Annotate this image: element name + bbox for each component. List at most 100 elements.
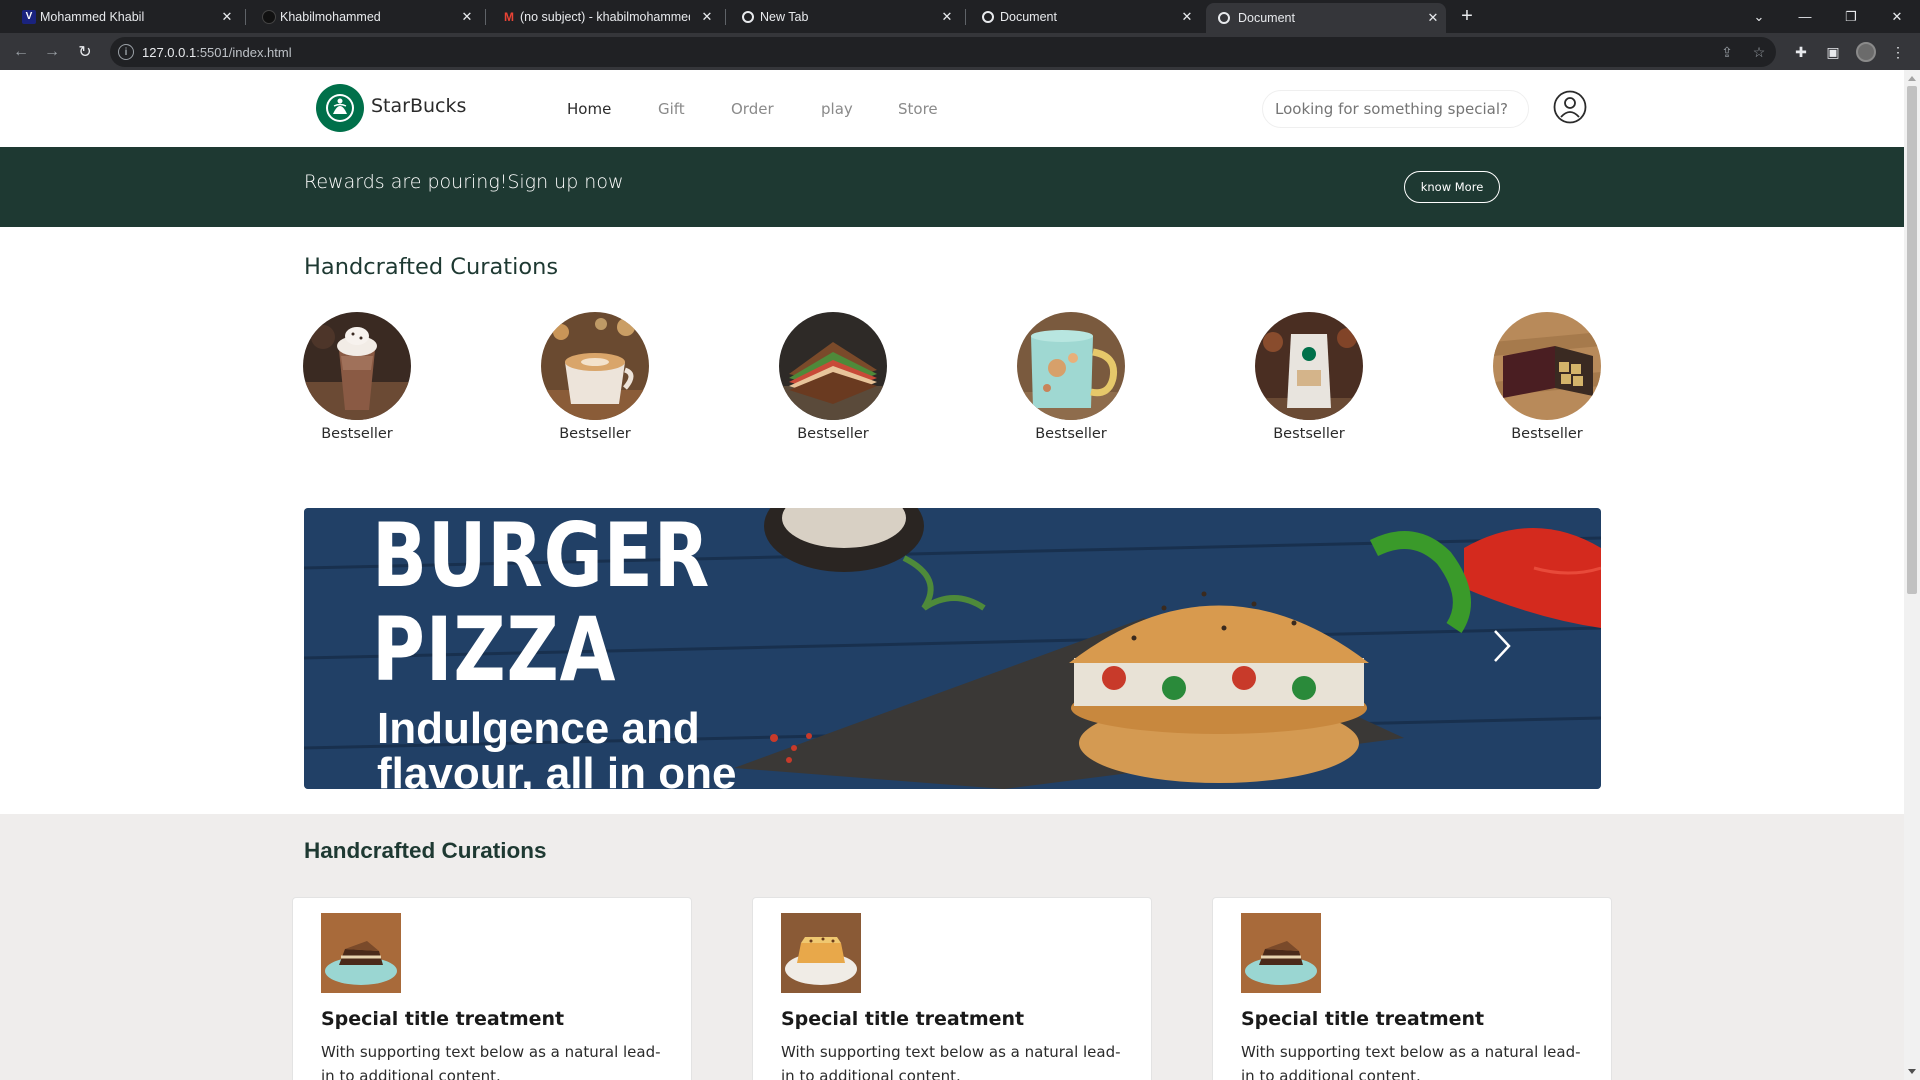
extensions-icon[interactable]: ✚ [1791, 42, 1811, 62]
starbucks-logo-icon[interactable] [316, 84, 364, 132]
gmail-icon: M [504, 9, 514, 24]
close-tab-icon[interactable]: ✕ [214, 0, 240, 33]
menu-icon[interactable]: ⋮ [1888, 42, 1908, 62]
browser-tab[interactable]: V Mohammed Khabil ✕ [18, 0, 240, 33]
rewards-text: Rewards are pouring!Sign up now [304, 171, 624, 193]
curation-item[interactable]: Bestseller [540, 312, 650, 442]
latte-image [541, 312, 649, 420]
frappuccino-image [303, 312, 411, 420]
coffee-bag-image [1255, 312, 1363, 420]
browser-tab[interactable]: New Tab ✕ [738, 0, 960, 33]
carousel-next-icon[interactable] [1490, 626, 1514, 666]
close-tab-icon[interactable]: ✕ [1174, 0, 1200, 33]
cake-image [1241, 913, 1321, 993]
nav-store[interactable]: Store [898, 100, 938, 118]
globe-icon [1218, 12, 1230, 24]
curation-label: Bestseller [1273, 426, 1345, 442]
mug-image [1017, 312, 1125, 420]
browser-tab-active[interactable]: Document ✕ [1206, 3, 1446, 33]
browser-toolbar: ← → ↻ i 127.0.0.1:5501/index.html ⇪ ☆ ✚ … [0, 33, 1920, 70]
tab-search-icon[interactable]: ⌄ [1736, 0, 1782, 33]
side-panel-icon[interactable]: ▣ [1823, 42, 1843, 62]
browser-tab[interactable]: Document ✕ [978, 0, 1200, 33]
search-input[interactable] [1262, 90, 1529, 128]
restore-button[interactable]: ❐ [1828, 0, 1874, 33]
curation-label: Bestseller [1035, 426, 1107, 442]
tab-title: New Tab [760, 9, 809, 24]
close-tab-icon[interactable]: ✕ [934, 0, 960, 33]
close-tab-icon[interactable]: ✕ [694, 0, 720, 33]
new-tab-button[interactable]: + [1455, 4, 1479, 28]
minimize-button[interactable]: — [1782, 0, 1828, 33]
promo-heading-2: PIZZA [372, 598, 617, 701]
promo-banner[interactable]: BURGER PIZZA Indulgence and flavour, all… [304, 508, 1601, 789]
brand-name[interactable]: StarBucks [371, 95, 466, 117]
site-info-icon[interactable]: i [118, 44, 134, 60]
close-window-button[interactable]: ✕ [1874, 0, 1920, 33]
pastry-image [781, 913, 861, 993]
tab-title: Document [1238, 11, 1295, 25]
curation-item[interactable]: Bestseller [302, 312, 412, 442]
card[interactable]: Special title treatment With supporting … [1212, 897, 1612, 1080]
card-title: Special title treatment [1241, 1008, 1485, 1030]
reload-button[interactable]: ↻ [73, 40, 97, 64]
chrome-icon [742, 10, 754, 23]
tab-title: Document [1000, 9, 1057, 24]
browser-tab[interactable]: Khabilmohammed ✕ [258, 0, 480, 33]
tab-title: Khabilmohammed [280, 9, 381, 24]
curation-item[interactable]: Bestseller [1016, 312, 1126, 442]
rewards-banner: Rewards are pouring!Sign up now know Mor… [0, 147, 1904, 227]
chocolate-box-image [1493, 312, 1601, 420]
v-logo-icon: V [22, 9, 36, 24]
nav-gift[interactable]: Gift [658, 100, 685, 118]
url-text: 127.0.0.1:5501/index.html [142, 45, 292, 60]
nav-play[interactable]: play [821, 100, 853, 118]
card-text: With supporting text below as a natural … [321, 1043, 661, 1080]
curation-item[interactable]: Bestseller [778, 312, 888, 442]
card-text: With supporting text below as a natural … [781, 1043, 1121, 1080]
globe-icon [982, 10, 994, 23]
card-text: With supporting text below as a natural … [1241, 1043, 1581, 1080]
curation-label: Bestseller [797, 426, 869, 442]
curation-label: Bestseller [321, 426, 393, 442]
know-more-button[interactable]: know More [1404, 171, 1500, 203]
nav-order[interactable]: Order [731, 100, 774, 118]
browser-tab-strip: V Mohammed Khabil ✕ Khabilmohammed ✕ M (… [0, 0, 1920, 33]
tab-title: Mohammed Khabil [40, 9, 145, 24]
nav-home[interactable]: Home [567, 100, 611, 118]
lower-section: Handcrafted Curations Special title trea… [0, 814, 1904, 1080]
cake-image [321, 913, 401, 993]
curation-label: Bestseller [559, 426, 631, 442]
card[interactable]: Special title treatment With supporting … [292, 897, 692, 1080]
github-icon [262, 9, 276, 24]
user-account-icon[interactable] [1553, 90, 1587, 124]
card-title: Special title treatment [321, 1008, 565, 1030]
page-scrollbar[interactable] [1904, 70, 1920, 1080]
scroll-up-arrow-icon[interactable] [1908, 76, 1916, 81]
curation-item[interactable]: Bestseller [1254, 312, 1364, 442]
lower-section-title: Handcrafted Curations [304, 838, 547, 863]
address-bar[interactable]: i 127.0.0.1:5501/index.html ⇪ ☆ [110, 37, 1776, 67]
tab-title: (no subject) - khabilmohammed [520, 9, 690, 24]
card[interactable]: Special title treatment With supporting … [752, 897, 1152, 1080]
curation-item[interactable]: Bestseller [1492, 312, 1602, 442]
forward-button[interactable]: → [40, 40, 64, 64]
curation-label: Bestseller [1511, 426, 1583, 442]
profile-avatar[interactable] [1856, 42, 1876, 62]
share-icon[interactable]: ⇪ [1718, 43, 1736, 61]
promo-subtitle-1: Indulgence and [377, 704, 700, 753]
close-tab-icon[interactable]: ✕ [1420, 3, 1446, 33]
page-viewport: StarBucks Home Gift Order play Store Rew… [0, 70, 1904, 1080]
scrollbar-thumb[interactable] [1907, 86, 1917, 594]
scroll-down-arrow-icon[interactable] [1908, 1069, 1916, 1074]
promo-heading-1: BURGER [372, 508, 711, 607]
site-header: StarBucks Home Gift Order play Store [0, 70, 1904, 147]
bookmark-star-icon[interactable]: ☆ [1750, 43, 1768, 61]
close-tab-icon[interactable]: ✕ [454, 0, 480, 33]
sandwich-image [779, 312, 887, 420]
curations-title: Handcrafted Curations [304, 254, 559, 280]
back-button[interactable]: ← [9, 40, 33, 64]
promo-subtitle-2: flavour, all in one [377, 749, 737, 789]
card-title: Special title treatment [781, 1008, 1025, 1030]
browser-tab[interactable]: M (no subject) - khabilmohammed ✕ [498, 0, 720, 33]
